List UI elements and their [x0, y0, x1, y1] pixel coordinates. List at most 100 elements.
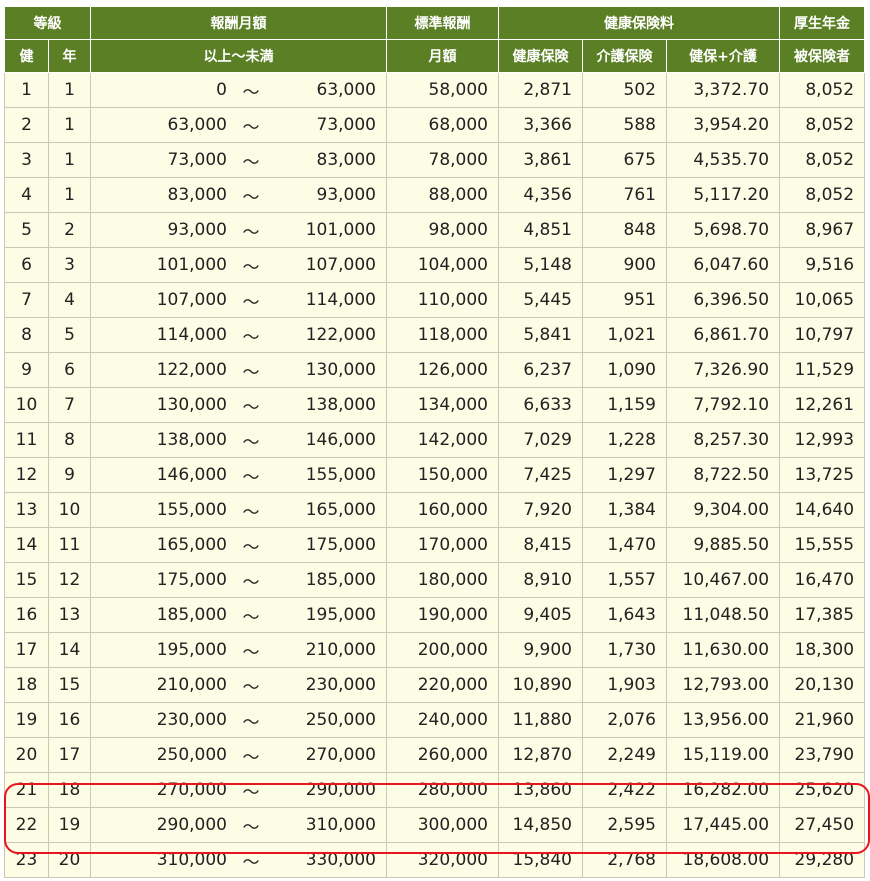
range-lower: 114,000 — [156, 325, 227, 345]
cell-ken: 4 — [4, 177, 49, 213]
cell-monthly: 134,000 — [386, 387, 499, 423]
cell-monthly: 58,000 — [386, 72, 499, 108]
cell-nen: 2 — [48, 212, 91, 248]
range-lower: 210,000 — [156, 675, 227, 695]
cell-range: 63,000 ～ 73,000 — [90, 107, 387, 143]
cell-nen: 9 — [48, 457, 91, 493]
cell-ken: 1 — [4, 72, 49, 108]
cell-nen: 20 — [48, 842, 91, 878]
header-col-range: 以上～未満 — [90, 39, 387, 73]
cell-care: 848 — [582, 212, 667, 248]
cell-ken: 12 — [4, 457, 49, 493]
table-row: 3 1 73,000 ～ 83,000 78,000 3,861 675 4,535.70 8,0… — [4, 142, 866, 178]
cell-insured: 8,052 — [779, 72, 866, 108]
cell-ken: 21 — [4, 772, 49, 808]
range-upper: 290,000 — [305, 780, 376, 800]
cell-insured: 21,960 — [779, 702, 866, 738]
cell-monthly: 180,000 — [386, 562, 499, 598]
cell-care: 761 — [582, 177, 667, 213]
cell-ken: 5 — [4, 212, 49, 248]
range-lower: 155,000 — [156, 500, 227, 520]
cell-range: 210,000 ～ 230,000 — [90, 667, 387, 703]
cell-health: 7,029 — [498, 422, 583, 458]
cell-insured: 15,555 — [779, 527, 866, 563]
cell-health-care: 11,048.50 — [665, 597, 781, 633]
range-tilde: ～ — [242, 432, 260, 453]
cell-ken: 2 — [4, 107, 49, 143]
cell-range: 107,000 ～ 114,000 — [90, 282, 387, 318]
header-row-2: 健 年 以上～未満 月額 健康保険 介護保険 健保+介護 被保険者 — [4, 39, 866, 73]
cell-ken: 6 — [4, 247, 49, 283]
range-upper: 122,000 — [305, 325, 376, 345]
cell-range: 0 ～ 63,000 — [90, 72, 387, 108]
cell-health: 3,861 — [498, 142, 583, 178]
range-upper: 185,000 — [305, 570, 376, 590]
cell-insured: 8,967 — [779, 212, 866, 248]
cell-health-care: 12,793.00 — [665, 667, 781, 703]
range-lower: 185,000 — [156, 605, 227, 625]
cell-health: 9,900 — [498, 632, 583, 668]
cell-care: 951 — [582, 282, 667, 318]
range-lower: 122,000 — [156, 360, 227, 380]
table-row: 18 15 210,000 ～ 230,000 220,000 10,890 1,903 12,… — [4, 667, 866, 703]
range-lower: 230,000 — [156, 710, 227, 730]
cell-nen: 18 — [48, 772, 91, 808]
cell-nen: 8 — [48, 422, 91, 458]
cell-health-care: 9,304.00 — [665, 492, 781, 528]
cell-insured: 18,300 — [779, 632, 866, 668]
cell-ken: 8 — [4, 317, 49, 353]
cell-insured: 12,993 — [779, 422, 866, 458]
cell-care: 1,228 — [582, 422, 667, 458]
range-lower: 175,000 — [156, 570, 227, 590]
cell-nen: 1 — [48, 142, 91, 178]
range-tilde: ～ — [242, 467, 260, 488]
cell-insured: 20,130 — [779, 667, 866, 703]
cell-care: 1,297 — [582, 457, 667, 493]
cell-nen: 14 — [48, 632, 91, 668]
cell-insured: 14,640 — [779, 492, 866, 528]
range-upper: 210,000 — [305, 640, 376, 660]
cell-health-care: 10,467.00 — [665, 562, 781, 598]
cell-health: 15,840 — [498, 842, 583, 878]
cell-health-care: 6,047.60 — [665, 247, 781, 283]
header-col-insured: 被保険者 — [779, 39, 866, 73]
range-upper: 330,000 — [305, 850, 376, 870]
cell-monthly: 68,000 — [386, 107, 499, 143]
cell-ken: 16 — [4, 597, 49, 633]
cell-range: 155,000 ～ 165,000 — [90, 492, 387, 528]
cell-insured: 10,797 — [779, 317, 866, 353]
table-row: 15 12 175,000 ～ 185,000 180,000 8,910 1,557 10,4… — [4, 562, 866, 598]
range-tilde: ～ — [242, 117, 260, 138]
table-row: 13 10 155,000 ～ 165,000 160,000 7,920 1,384 9,30… — [4, 492, 866, 528]
cell-nen: 11 — [48, 527, 91, 563]
cell-health-care: 5,117.20 — [665, 177, 781, 213]
cell-range: 310,000 ～ 330,000 — [90, 842, 387, 878]
table-row: 12 9 146,000 ～ 155,000 150,000 7,425 1,297 8,722… — [4, 457, 866, 493]
table-row: 20 17 250,000 ～ 270,000 260,000 12,870 2,249 15,… — [4, 737, 866, 773]
cell-care: 1,090 — [582, 352, 667, 388]
range-tilde: ～ — [242, 502, 260, 523]
cell-nen: 19 — [48, 807, 91, 843]
cell-health-care: 6,861.70 — [665, 317, 781, 353]
cell-health-care: 9,885.50 — [665, 527, 781, 563]
header-col-care: 介護保険 — [582, 39, 667, 73]
range-tilde: ～ — [242, 152, 260, 173]
cell-insured: 29,280 — [779, 842, 866, 878]
range-lower: 93,000 — [167, 220, 227, 240]
cell-health: 7,920 — [498, 492, 583, 528]
cell-health: 6,633 — [498, 387, 583, 423]
range-tilde: ～ — [242, 397, 260, 418]
cell-range: 185,000 ～ 195,000 — [90, 597, 387, 633]
range-lower: 310,000 — [156, 850, 227, 870]
range-upper: 230,000 — [305, 675, 376, 695]
cell-care: 1,021 — [582, 317, 667, 353]
cell-ken: 7 — [4, 282, 49, 318]
cell-insured: 12,261 — [779, 387, 866, 423]
cell-health: 5,148 — [498, 247, 583, 283]
cell-nen: 1 — [48, 72, 91, 108]
cell-monthly: 88,000 — [386, 177, 499, 213]
cell-insured: 8,052 — [779, 142, 866, 178]
range-upper: 155,000 — [305, 465, 376, 485]
range-upper: 63,000 — [316, 80, 376, 100]
header-col-health: 健康保険 — [498, 39, 583, 73]
